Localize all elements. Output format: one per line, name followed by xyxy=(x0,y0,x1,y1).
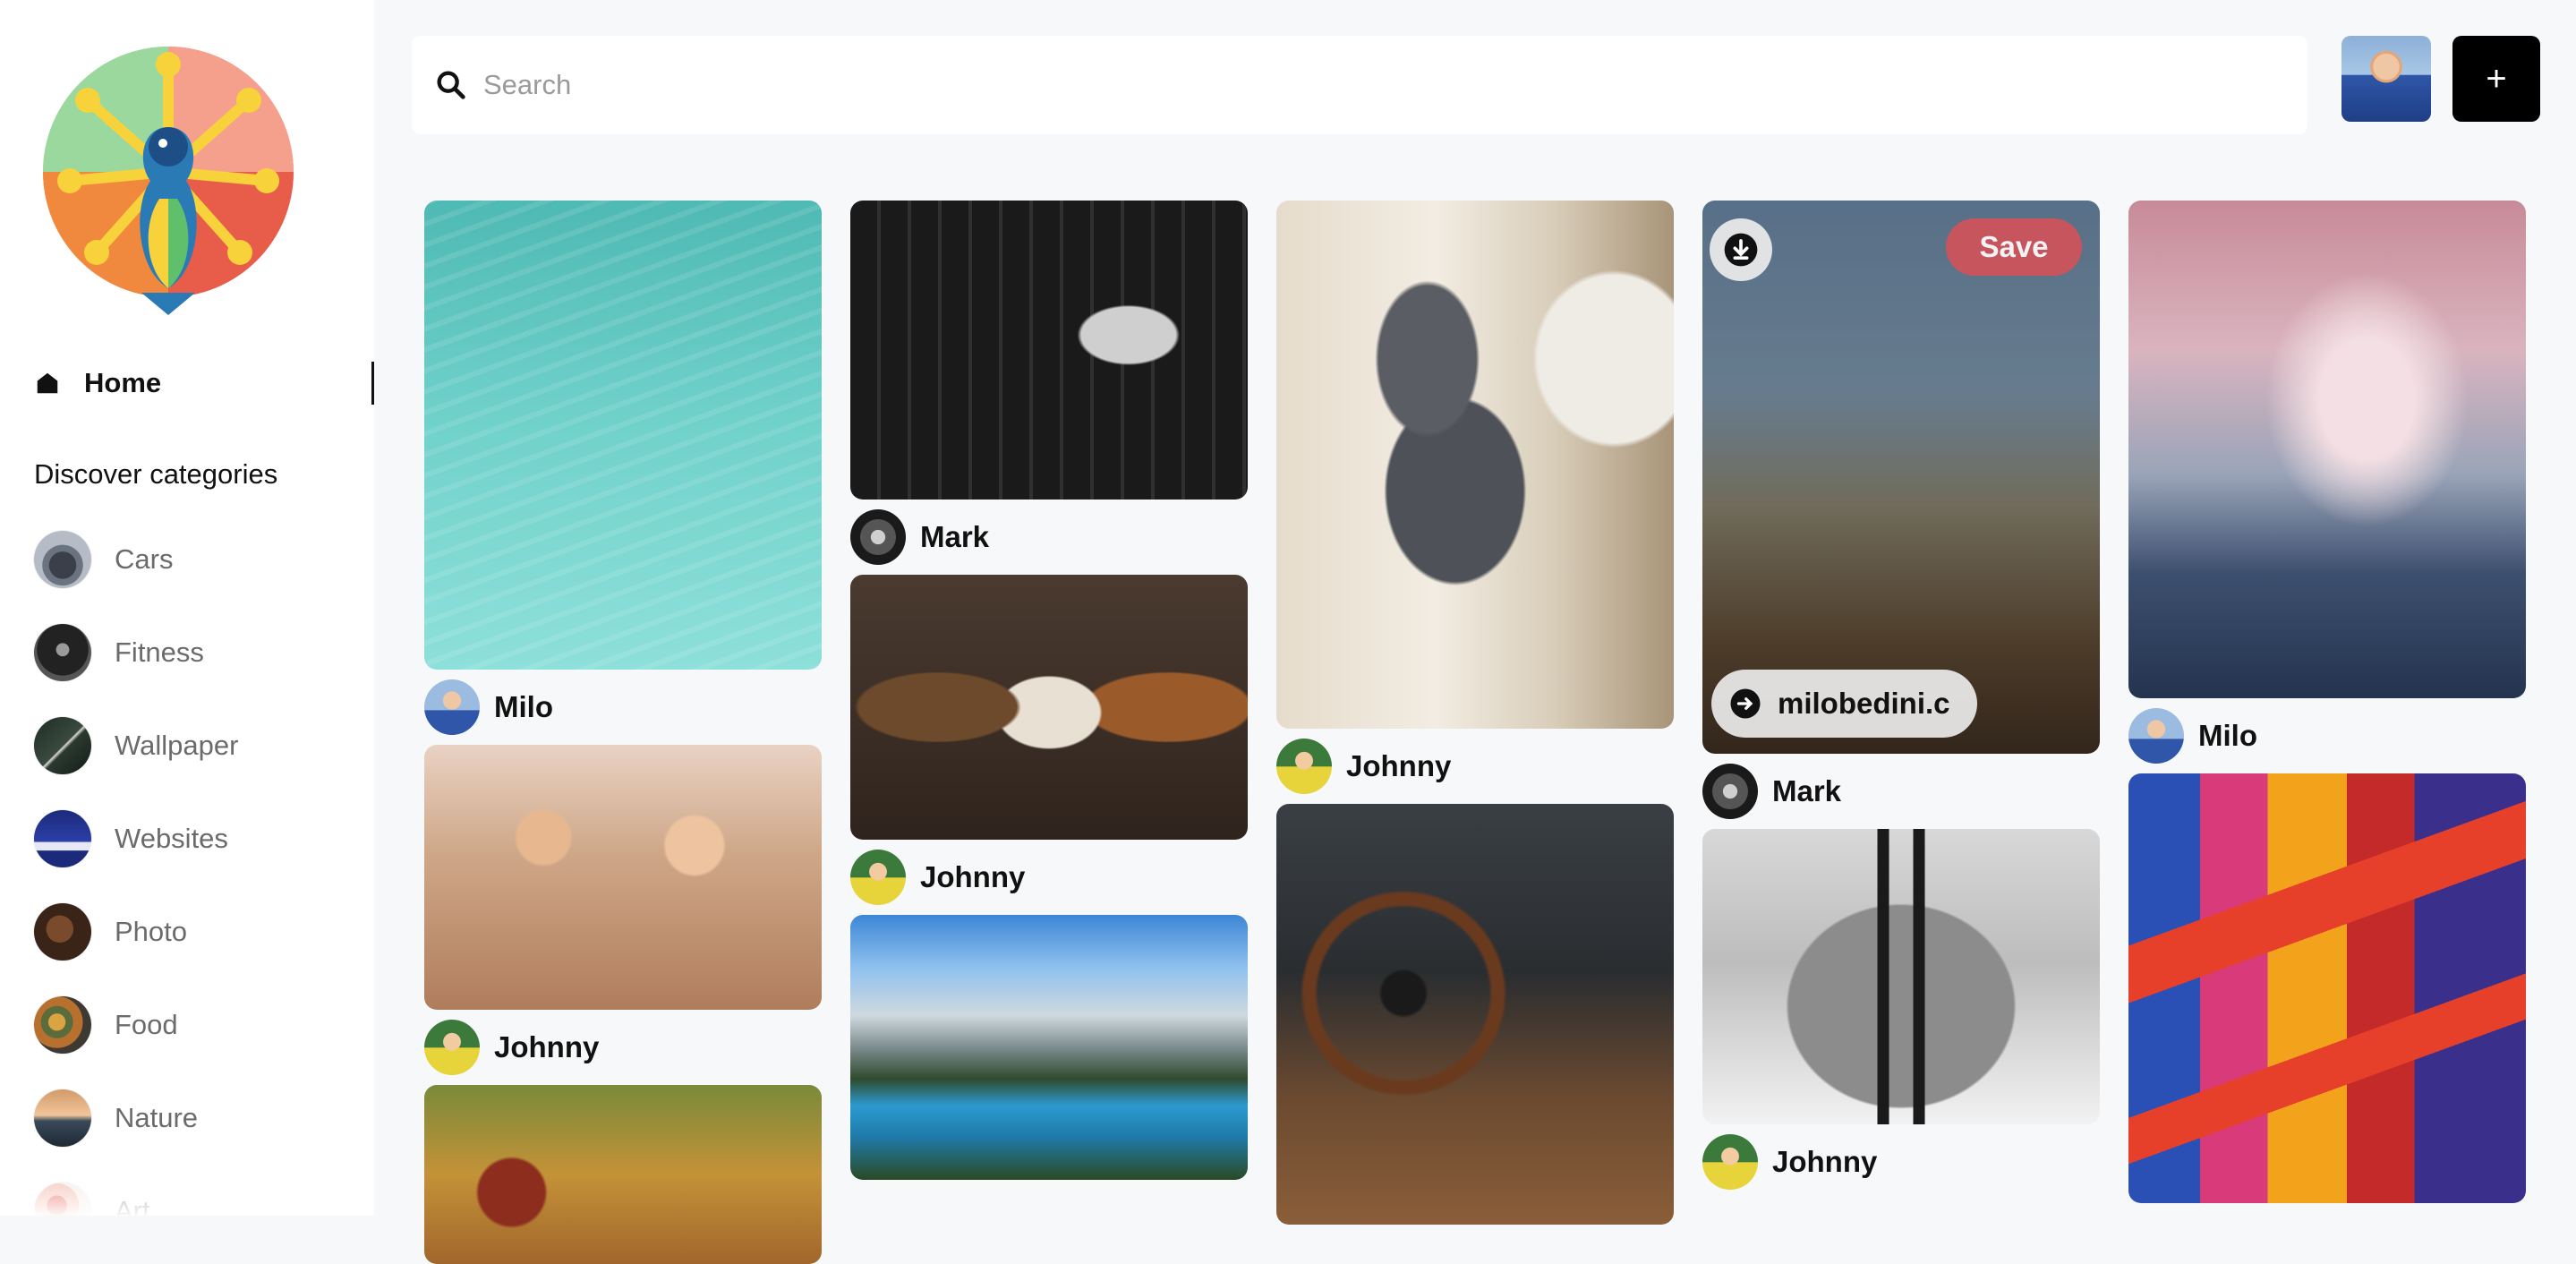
category-label: Art xyxy=(115,1195,150,1216)
pin-card[interactable]: Johnny xyxy=(850,575,1248,915)
author-avatar xyxy=(1276,739,1332,794)
author-name: Johnny xyxy=(494,1030,600,1063)
category-label: Food xyxy=(115,1009,178,1040)
pin-card[interactable]: Mark xyxy=(850,201,1248,575)
pin-card[interactable] xyxy=(2128,773,2526,1203)
pin-image-mustang[interactable] xyxy=(1702,829,2100,1124)
pin-author[interactable]: Johnny xyxy=(850,840,1248,915)
category-label: Nature xyxy=(115,1102,199,1133)
category-item-art[interactable]: Art xyxy=(34,1183,356,1216)
search-input[interactable] xyxy=(482,68,2186,102)
pin-card[interactable]: Milo xyxy=(424,201,822,745)
source-link-label: milobedini.c xyxy=(1778,687,1950,720)
author-name: Milo xyxy=(2198,719,2257,752)
pin-author[interactable]: Milo xyxy=(2128,698,2526,773)
category-label: Wallpaper xyxy=(115,730,239,761)
arrow-right-circle-icon xyxy=(1730,688,1761,719)
category-label: Cars xyxy=(115,543,174,575)
pin-card[interactable] xyxy=(850,915,1248,1180)
home-nav-item[interactable]: Home xyxy=(34,358,374,408)
category-item-wallpaper[interactable]: Wallpaper xyxy=(34,717,356,774)
pin-image-cyclists[interactable] xyxy=(424,745,822,1010)
pin-image-grass[interactable]: Save milobedini.c xyxy=(1702,201,2100,754)
discover-categories-heading: Discover categories xyxy=(34,458,278,490)
pin-card[interactable]: Johnny xyxy=(1702,829,2100,1200)
author-avatar xyxy=(424,1020,480,1075)
home-icon xyxy=(37,372,58,394)
pin-image-dogs[interactable] xyxy=(850,575,1248,840)
create-pin-button[interactable]: + xyxy=(2452,36,2540,122)
author-name: Mark xyxy=(1772,774,1842,807)
category-item-fitness[interactable]: Fitness xyxy=(34,624,356,681)
home-label: Home xyxy=(84,367,162,398)
author-avatar xyxy=(1702,764,1758,819)
sidebar: Home Discover categories Cars Fitness Wa… xyxy=(0,0,374,1216)
user-avatar[interactable] xyxy=(2341,36,2431,122)
author-name: Johnny xyxy=(1346,749,1452,782)
author-name: Milo xyxy=(494,690,553,723)
fitness-thumbnail xyxy=(34,624,91,681)
source-link-button[interactable]: milobedini.c xyxy=(1711,670,1977,738)
author-name: Johnny xyxy=(920,860,1026,893)
category-label: Photo xyxy=(115,916,188,947)
cars-thumbnail xyxy=(34,531,91,588)
pin-card[interactable]: Milo xyxy=(2128,201,2526,773)
download-icon xyxy=(1724,233,1758,267)
category-label: Websites xyxy=(115,823,228,854)
category-item-food[interactable]: Food xyxy=(34,996,356,1054)
pin-author[interactable]: Milo xyxy=(424,670,822,745)
wallpaper-thumbnail xyxy=(34,717,91,774)
category-item-cars[interactable]: Cars xyxy=(34,531,356,588)
author-avatar xyxy=(850,850,906,905)
pin-card[interactable]: Johnny xyxy=(1276,201,1674,804)
pin-card[interactable] xyxy=(1276,804,1674,1225)
pin-card[interactable]: Save milobedini.c Mark xyxy=(1702,201,2100,829)
pin-author[interactable]: Mark xyxy=(1702,754,2100,829)
pin-image-water[interactable] xyxy=(424,201,822,670)
category-label: Fitness xyxy=(115,636,204,668)
feed-column: Johnny xyxy=(1276,201,1674,1225)
pin-card[interactable] xyxy=(424,1085,822,1264)
pin-author[interactable]: Johnny xyxy=(424,1010,822,1085)
pin-card[interactable]: Johnny xyxy=(424,745,822,1085)
peacock-logo-icon[interactable] xyxy=(34,47,303,319)
feed-column: Milo xyxy=(2128,201,2526,1203)
author-avatar xyxy=(2128,708,2184,764)
author-avatar xyxy=(424,679,480,735)
pin-author[interactable]: Johnny xyxy=(1702,1124,2100,1200)
feed-column: Save milobedini.c Mark Johnny xyxy=(1702,201,2100,1200)
pin-image-bike[interactable] xyxy=(424,1085,822,1264)
pin-image-abstract-art[interactable] xyxy=(2128,773,2526,1203)
feed-column: Milo Johnny xyxy=(424,201,822,1264)
category-list: Cars Fitness Wallpaper Websites Photo Fo… xyxy=(34,531,356,1216)
nature-thumbnail xyxy=(34,1089,91,1147)
websites-thumbnail xyxy=(34,810,91,867)
author-avatar xyxy=(1702,1134,1758,1190)
search-icon xyxy=(437,71,465,99)
pin-author[interactable]: Mark xyxy=(850,500,1248,575)
author-name: Mark xyxy=(920,520,990,553)
active-indicator xyxy=(371,362,374,405)
pin-author[interactable]: Johnny xyxy=(1276,729,1674,804)
pin-image-gym[interactable] xyxy=(850,201,1248,500)
author-avatar xyxy=(850,509,906,565)
category-item-nature[interactable]: Nature xyxy=(34,1089,356,1147)
save-button[interactable]: Save xyxy=(1946,218,2082,276)
category-item-photo[interactable]: Photo xyxy=(34,903,356,961)
pin-image-sky-plane[interactable] xyxy=(2128,201,2526,698)
photo-thumbnail xyxy=(34,903,91,961)
pin-image-lake[interactable] xyxy=(850,915,1248,1180)
pin-image-cat[interactable] xyxy=(1276,201,1674,729)
author-name: Johnny xyxy=(1772,1145,1878,1178)
pin-image-car-interior[interactable] xyxy=(1276,804,1674,1225)
download-button[interactable] xyxy=(1710,218,1772,281)
food-thumbnail xyxy=(34,996,91,1054)
category-item-websites[interactable]: Websites xyxy=(34,810,356,867)
search-bar[interactable] xyxy=(412,36,2307,134)
feed-column: Mark Johnny xyxy=(850,201,1248,1180)
art-thumbnail xyxy=(34,1183,91,1216)
